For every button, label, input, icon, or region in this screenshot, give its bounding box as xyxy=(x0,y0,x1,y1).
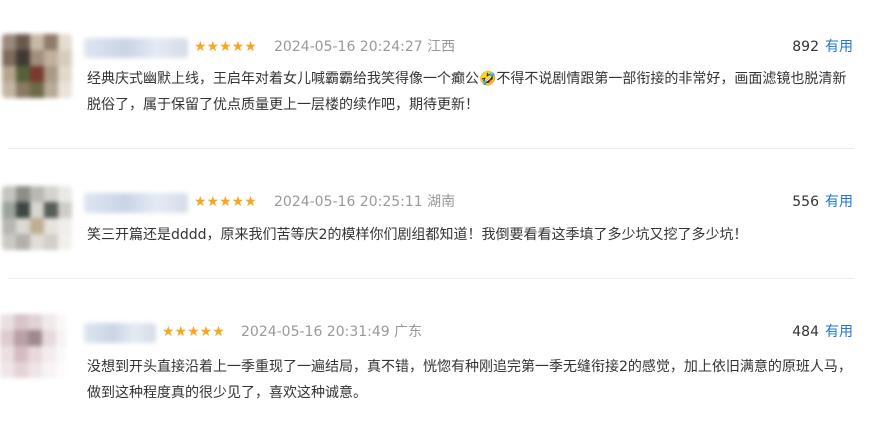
review-text: 笑三开篇还是dddd，原来我们苦等庆2的模样你们剧组都知道！我倒要看看这季填了多… xyxy=(87,227,748,243)
review-date: 2024-05-16 20:24:27 xyxy=(274,39,423,55)
review-location: 江西 xyxy=(427,39,456,55)
useful-button[interactable]: 有用 xyxy=(825,39,853,55)
useful-button[interactable]: 有用 xyxy=(825,324,853,340)
rating-stars: ★★★★★ xyxy=(194,39,257,55)
avatar[interactable] xyxy=(2,186,72,250)
divider xyxy=(8,278,854,279)
review-location: 广东 xyxy=(394,324,423,340)
useful-counter: 892 有用 xyxy=(792,38,853,56)
review-date: 2024-05-16 20:25:11 xyxy=(274,194,423,210)
useful-button[interactable]: 有用 xyxy=(825,194,853,210)
useful-count: 892 xyxy=(792,39,819,55)
review-date: 2024-05-16 20:31:49 xyxy=(241,324,390,340)
review-meta: 2024-05-16 20:25:11 湖南 xyxy=(274,193,455,211)
useful-count: 556 xyxy=(792,194,819,210)
review-meta: 2024-05-16 20:24:27 江西 xyxy=(274,38,455,56)
username-blurred[interactable] xyxy=(84,323,156,343)
review-location: 湖南 xyxy=(427,194,456,210)
useful-counter: 484 有用 xyxy=(792,323,853,341)
username-blurred[interactable] xyxy=(84,38,188,58)
rating-stars: ★★★★★ xyxy=(194,194,257,210)
avatar[interactable] xyxy=(2,34,72,98)
review-text: 经典庆式幽默上线，王启年对着女儿喊霸霸给我笑得像一个癫公🤣不得不说剧情跟第一部衔… xyxy=(87,71,847,113)
rating-stars: ★★★★★ xyxy=(162,324,225,340)
username-blurred[interactable] xyxy=(84,193,188,213)
divider xyxy=(8,148,854,149)
avatar[interactable] xyxy=(0,314,66,378)
review-meta: 2024-05-16 20:31:49 广东 xyxy=(241,323,422,341)
useful-counter: 556 有用 xyxy=(792,193,853,211)
useful-count: 484 xyxy=(792,324,819,340)
review-text: 没想到开头直接沿着上一季重现了一遍结局，真不错，恍惚有种刚追完第一季无缝衔接2的… xyxy=(87,359,852,401)
